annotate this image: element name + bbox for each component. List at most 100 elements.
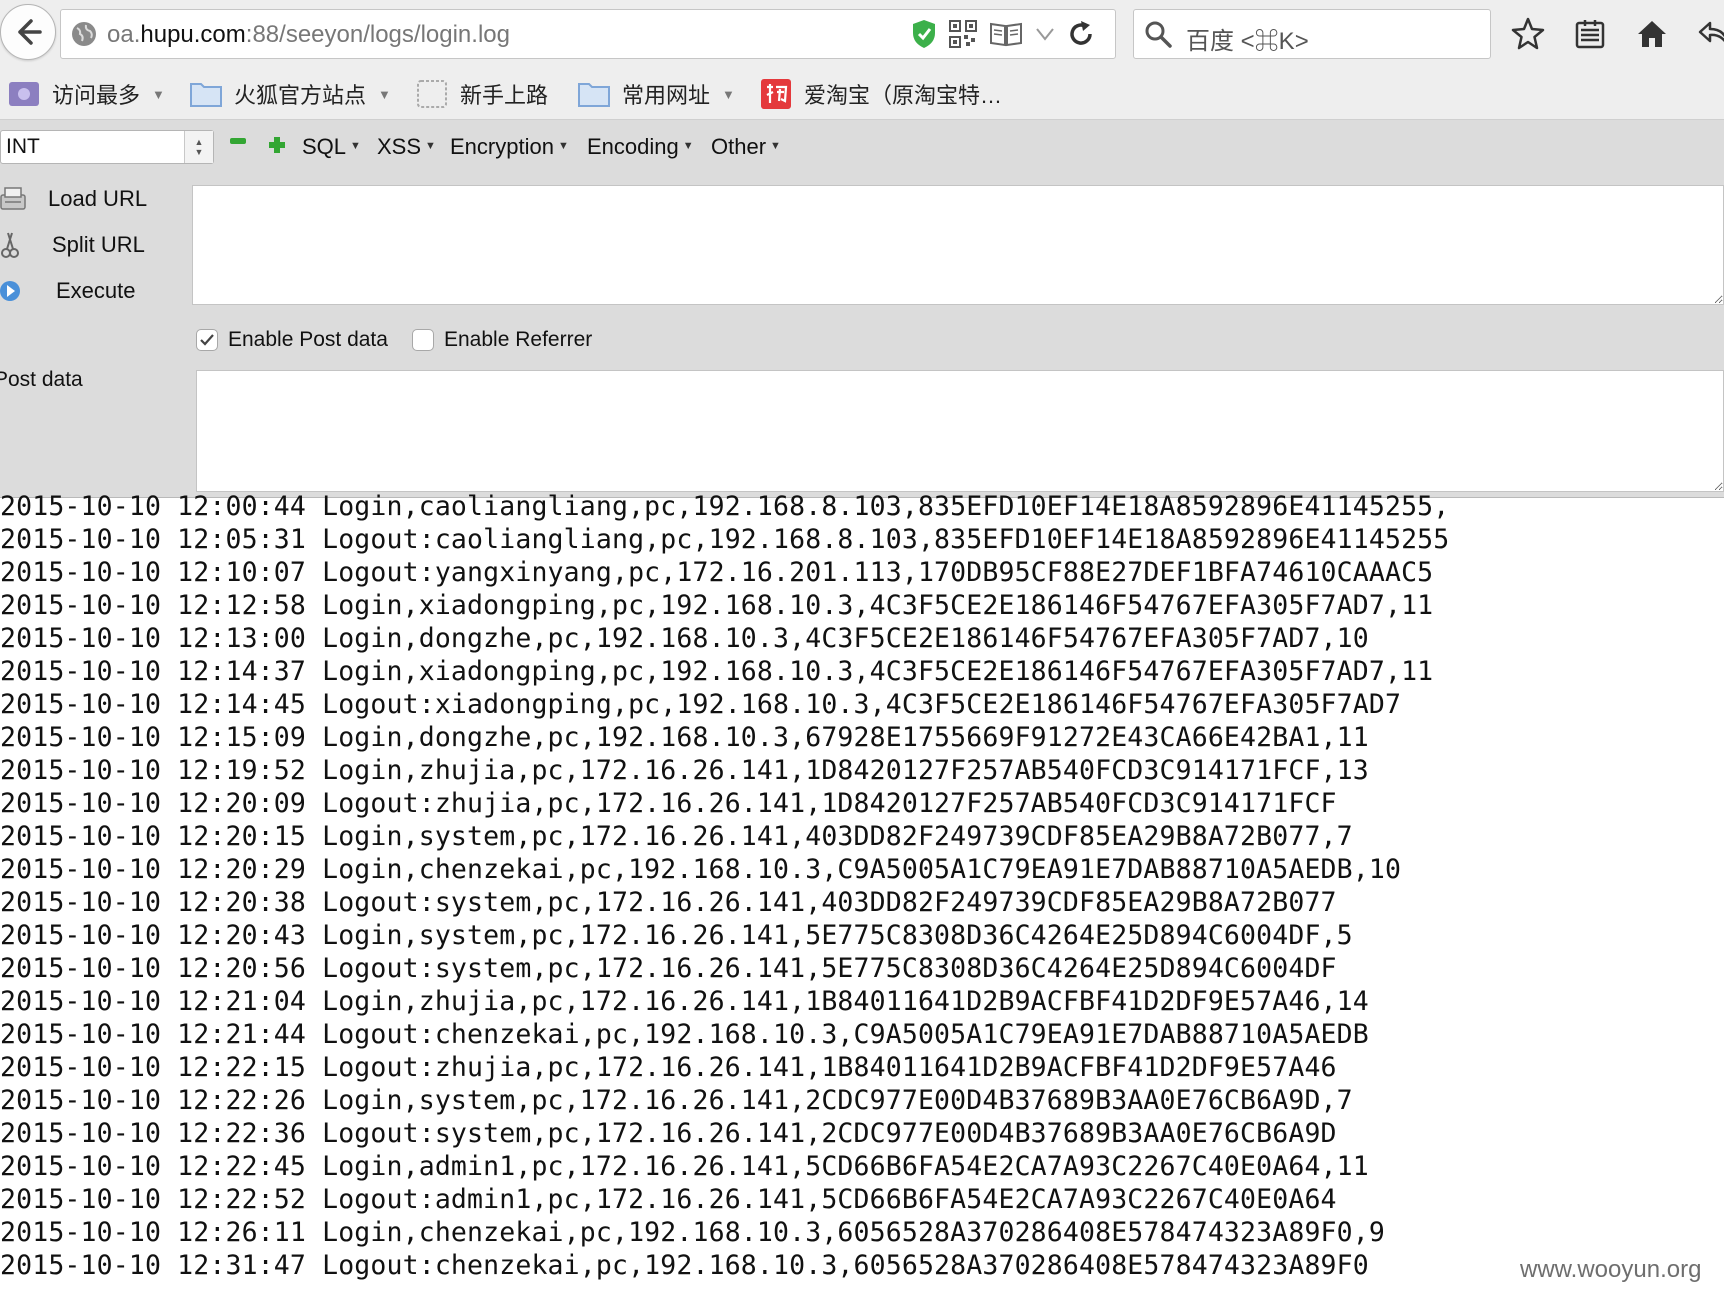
bookmark-label: 新手上路: [460, 83, 549, 108]
hackbar-panel: INT ▲ ▼ SQL ▼ XSS ▼ Encryption ▼ Encoding ▼ …: [0, 120, 1724, 498]
url-bar[interactable]: oa.hupu.com:88/seeyon/logs/login.log: [60, 9, 1116, 59]
dropdown-triangle-icon: ▼: [350, 140, 361, 152]
log-line: 2015-10-10 12:22:15 Logout:zhujia,pc,172…: [0, 1052, 1337, 1083]
checkbox-box[interactable]: [196, 329, 218, 351]
menu-encryption[interactable]: Encryption ▼: [450, 134, 569, 160]
shield-icon[interactable]: [911, 19, 937, 49]
log-line: 2015-10-10 12:22:52 Logout:admin1,pc,172…: [0, 1184, 1337, 1215]
log-line: 2015-10-10 12:22:36 Logout:system,pc,172…: [0, 1118, 1337, 1149]
play-icon: [0, 281, 20, 301]
log-line: 2015-10-10 12:22:45 Login,admin1,pc,172.…: [0, 1151, 1369, 1182]
bookmark-getting-started[interactable]: 新手上路: [416, 77, 548, 111]
url-host: oa.: [107, 21, 141, 48]
increase-button[interactable]: [268, 136, 286, 154]
back-arrow-icon: [18, 19, 42, 45]
chevron-up-icon: ▲: [194, 137, 204, 147]
bookmark-label: 爱淘宝（原淘宝特…: [804, 83, 1003, 108]
menu-other[interactable]: Other ▼: [711, 134, 781, 160]
enable-referrer-checkbox[interactable]: Enable Referrer: [412, 326, 592, 354]
folder-icon: [190, 83, 222, 107]
home-button[interactable]: [1632, 14, 1672, 54]
menu-xss[interactable]: XSS ▼: [377, 134, 436, 160]
page-icon: [417, 80, 447, 108]
type-select[interactable]: INT ▲ ▼: [0, 130, 214, 164]
back-button[interactable]: [0, 4, 56, 60]
menu-sql[interactable]: SQL ▼: [302, 134, 361, 160]
bookmark-label: 常用网址: [622, 83, 711, 108]
log-line: 2015-10-10 12:22:26 Login,system,pc,172.…: [0, 1085, 1353, 1116]
menu-label: Encoding: [587, 134, 679, 159]
taobao-icon: [761, 79, 791, 109]
home-icon: [1638, 21, 1666, 47]
execute-label: Execute: [56, 278, 136, 303]
bookmark-ai-taobao[interactable]: 爱淘宝（原淘宝特…: [760, 77, 1002, 111]
checkbox-box[interactable]: [412, 329, 434, 351]
execute-button[interactable]: Execute: [0, 274, 170, 308]
split-url-button[interactable]: Split URL: [0, 228, 170, 262]
log-line: 2015-10-10 12:26:11 Login,chenzekai,pc,1…: [0, 1217, 1385, 1248]
log-line: 2015-10-10 12:10:07 Logout:yangxinyang,p…: [0, 557, 1434, 588]
url-path: :88/seeyon/logs/login.log: [245, 21, 510, 48]
chevron-down-icon: ▼: [722, 86, 735, 102]
search-bar[interactable]: 百度 <⌘K>: [1133, 9, 1491, 59]
bookmarks-menu-button[interactable]: [1570, 14, 1610, 54]
chevron-down-icon: ▼: [378, 86, 391, 102]
dropdown-triangle-icon: ▼: [682, 140, 694, 152]
search-placeholder: 百度 <⌘K>: [1186, 28, 1309, 55]
checkbox-label: Enable Post data: [228, 328, 388, 351]
dropdown-icon[interactable]: [1035, 27, 1055, 41]
chevron-down-icon: ▼: [152, 86, 165, 102]
checkbox-label: Enable Referrer: [444, 328, 593, 351]
menu-label: XSS: [377, 134, 422, 159]
post-data-textarea[interactable]: [196, 370, 1724, 492]
checkmark-icon: [200, 334, 214, 346]
most-visited-icon: [9, 82, 39, 106]
menu-label: SQL: [302, 134, 347, 159]
menu-label: Other: [711, 134, 767, 159]
log-line: 2015-10-10 12:20:38 Logout:system,pc,172…: [0, 887, 1337, 918]
bookmark-label: 访问最多: [52, 83, 141, 108]
bookmark-star-button[interactable]: [1508, 14, 1548, 54]
log-line: 2015-10-10 12:20:09 Logout:zhujia,pc,172…: [0, 788, 1337, 819]
menu-label: Encryption: [450, 134, 554, 159]
dropdown-triangle-icon: ▼: [557, 140, 569, 152]
dropdown-triangle-icon: ▼: [425, 140, 436, 152]
load-url-button[interactable]: Load URL: [0, 182, 170, 216]
log-line: 2015-10-10 12:00:44 Login,caoliangliang,…: [0, 491, 1450, 522]
bookmark-most-visited[interactable]: 访问最多 ▼: [8, 77, 165, 111]
share-button[interactable]: [1694, 14, 1724, 54]
type-select-spinner[interactable]: ▲ ▼: [184, 131, 213, 163]
qr-code-icon[interactable]: [949, 20, 977, 48]
bookmark-common-sites[interactable]: 常用网址 ▼: [578, 77, 735, 111]
log-line: 2015-10-10 12:31:47 Logout:chenzekai,pc,…: [0, 1250, 1369, 1281]
post-data-label: Post data: [0, 368, 83, 391]
log-line: 2015-10-10 12:20:29 Login,chenzekai,pc,1…: [0, 854, 1402, 885]
log-line: 2015-10-10 12:20:56 Logout:system,pc,172…: [0, 953, 1337, 984]
log-line: 2015-10-10 12:21:44 Logout:chenzekai,pc,…: [0, 1019, 1369, 1050]
url-text[interactable]: oa.hupu.com:88/seeyon/logs/login.log: [107, 21, 510, 49]
reload-icon[interactable]: [1067, 20, 1095, 48]
menu-encoding[interactable]: Encoding ▼: [587, 134, 694, 160]
log-line: 2015-10-10 12:13:00 Login,dongzhe,pc,192…: [0, 623, 1369, 654]
watermark: www.wooyun.org: [1520, 1256, 1702, 1283]
decrease-button[interactable]: [230, 138, 246, 144]
scissors-icon: [1, 232, 19, 258]
clipboard-icon: [1575, 20, 1605, 49]
navigation-bar: oa.hupu.com:88/seeyon/logs/login.log 百度 …: [0, 0, 1724, 70]
log-line: 2015-10-10 12:15:09 Login,dongzhe,pc,192…: [0, 722, 1369, 753]
dropdown-triangle-icon: ▼: [770, 140, 781, 152]
reader-icon[interactable]: [989, 21, 1023, 47]
load-url-icon: [0, 187, 26, 210]
bookmark-firefox-sites[interactable]: 火狐官方站点 ▼: [190, 77, 391, 111]
star-icon: [1511, 17, 1545, 50]
type-select-value: INT: [6, 135, 40, 158]
folder-icon: [578, 83, 610, 107]
split-url-label: Split URL: [52, 232, 145, 257]
globe-icon: [72, 22, 96, 46]
bookmark-label: 火狐官方站点: [234, 83, 367, 108]
log-line: 2015-10-10 12:20:43 Login,system,pc,172.…: [0, 920, 1353, 951]
enable-post-data-checkbox[interactable]: Enable Post data: [196, 326, 388, 354]
url-textarea[interactable]: [192, 185, 1724, 305]
search-icon: [1145, 21, 1172, 48]
log-line: 2015-10-10 12:20:15 Login,system,pc,172.…: [0, 821, 1353, 852]
